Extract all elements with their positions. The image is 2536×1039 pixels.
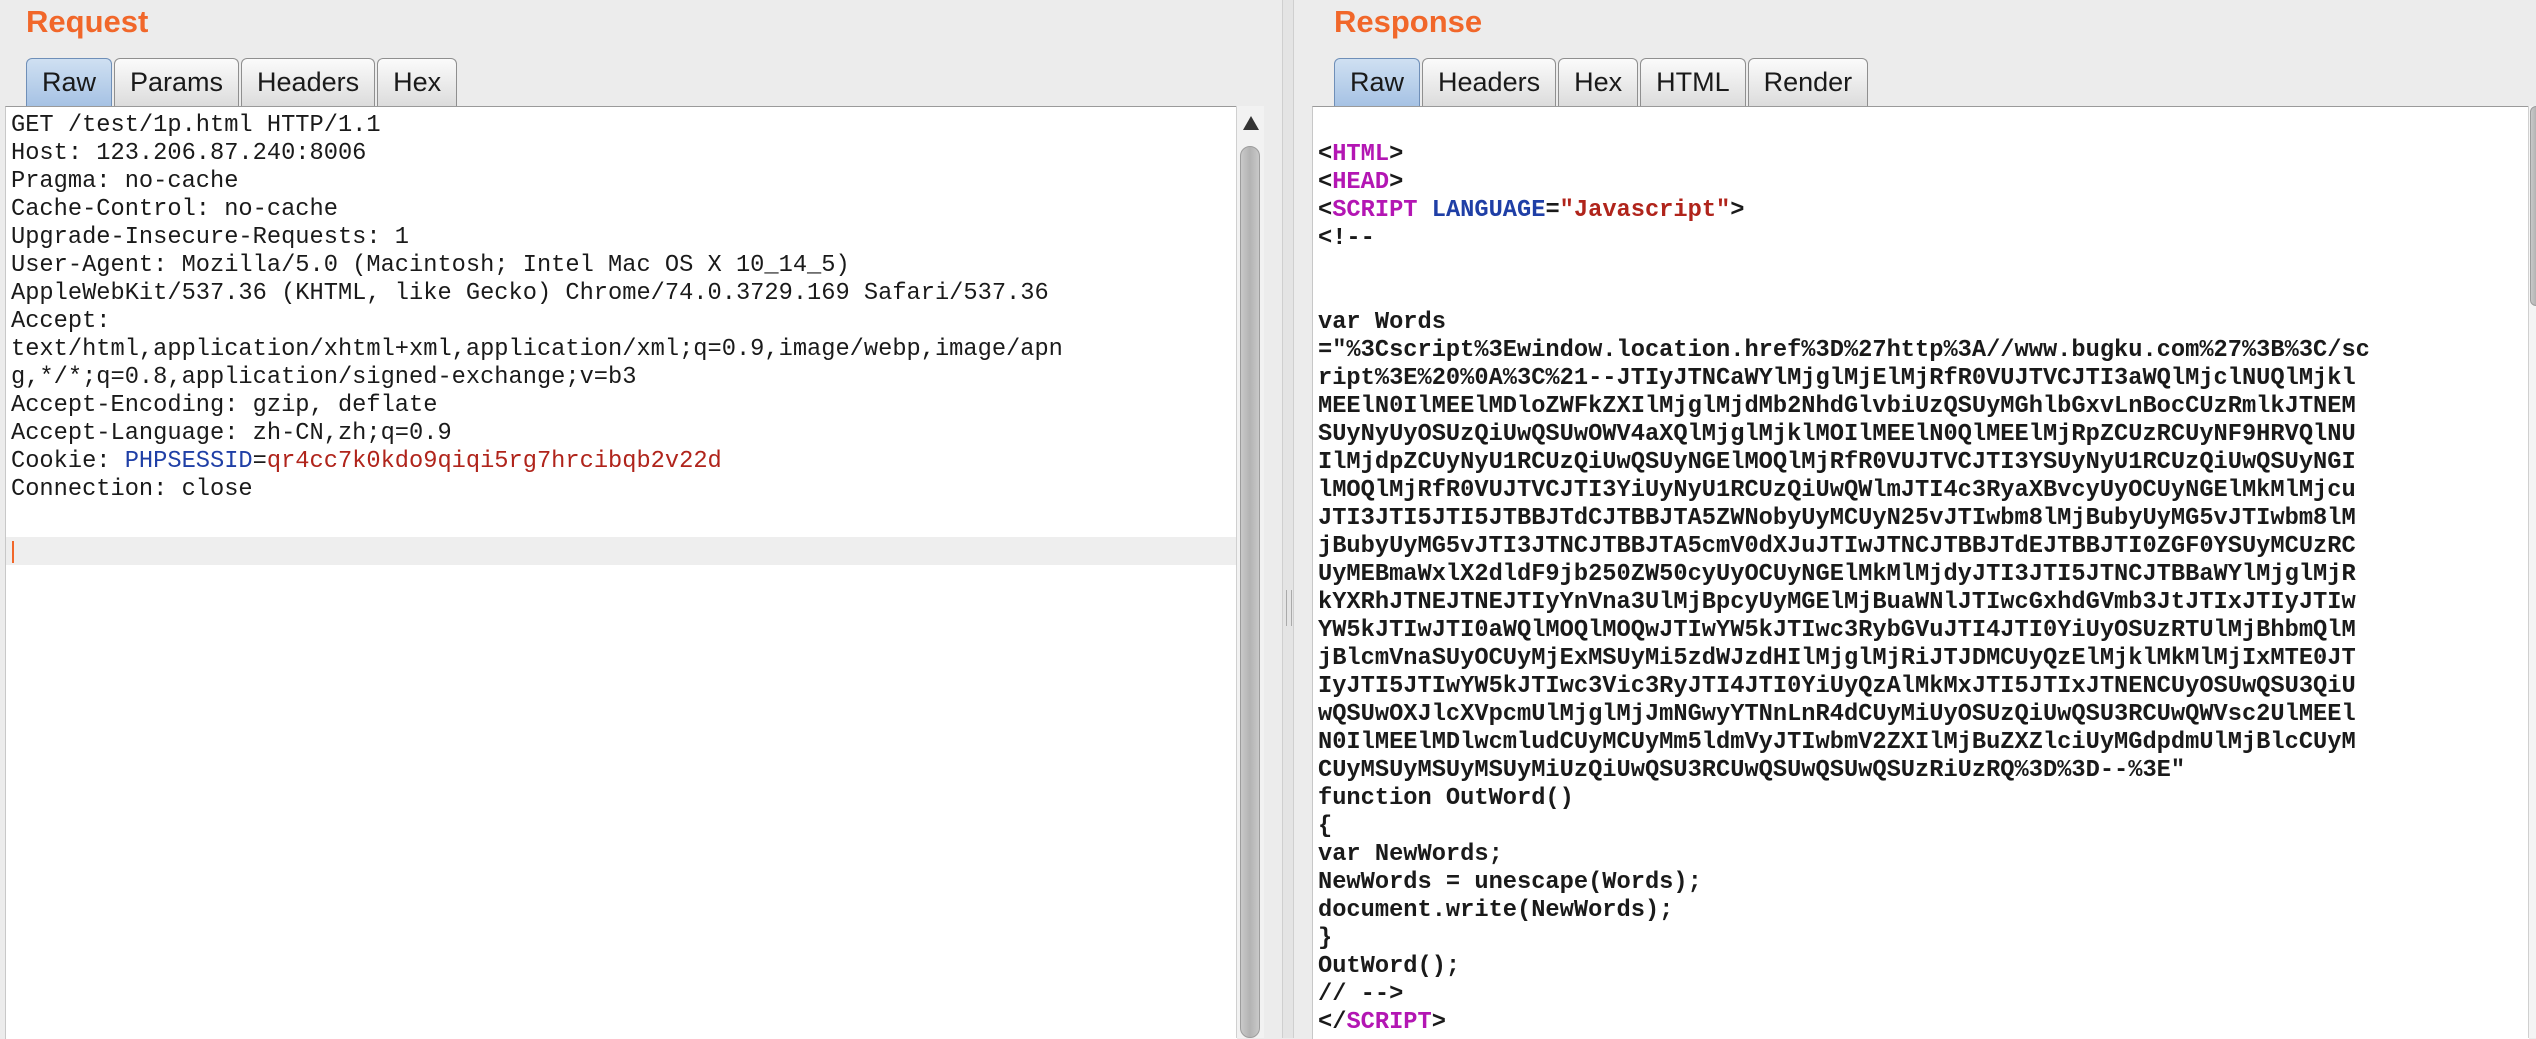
response-line: {: [1318, 813, 1333, 840]
tag-name: HTML: [1332, 141, 1390, 168]
request-line: Host: 123.206.87.240:8006: [11, 140, 367, 167]
cookie-name: PHPSESSID: [124, 448, 253, 475]
html-open-line: <HTML>: [1318, 141, 1404, 168]
request-tabs: Raw Params Headers Hex: [26, 58, 459, 106]
response-line: jBlcmVnaSUyOCUyMjExMSUyMi5zdWJzdHIlMjglM…: [1318, 645, 2356, 672]
response-line: IlMjdpZCUyNyU1RCUzQiUwQSUyNGElMOQlMjRfR0…: [1318, 449, 2356, 476]
pane-splitter[interactable]: [1282, 0, 1294, 1038]
response-scrollbar[interactable]: [2528, 106, 2536, 1038]
response-line: // -->: [1318, 981, 1404, 1008]
cookie-equals: =: [252, 448, 267, 475]
request-scrollbar[interactable]: [1236, 106, 1264, 1038]
request-line: Cache-Control: no-cache: [11, 196, 338, 223]
response-line: JTI3JTI5JTI5JTBBJTdCJTBBJTA5ZWNobyUyMCUy…: [1318, 505, 2356, 532]
response-line: SUyNyUyOSUzQiUwQSUwOWV4aXQlMjglMjklMOIlM…: [1318, 421, 2356, 448]
request-tab-raw[interactable]: Raw: [26, 58, 113, 106]
response-tab-render[interactable]: Render: [1747, 58, 1869, 106]
response-raw-text[interactable]: <HTML> <HEAD> <SCRIPT LANGUAGE="Javascript…: [1313, 107, 2529, 1037]
request-line: Connection: close: [11, 476, 253, 503]
response-tab-html[interactable]: HTML: [1640, 58, 1746, 106]
response-line: function OutWord(): [1318, 785, 1574, 812]
request-line: GET /test/1p.html HTTP/1.1: [11, 112, 381, 139]
request-editor[interactable]: GET /test/1p.html HTTP/1.1 Host: 123.206.…: [5, 106, 1237, 1039]
script-open-line: <SCRIPT LANGUAGE="Javascript">: [1318, 197, 1745, 224]
request-line: Upgrade-Insecure-Requests: 1: [11, 224, 410, 251]
response-tab-headers[interactable]: Headers: [1422, 58, 1557, 106]
request-line: g,*/*;q=0.8,application/signed-exchange;…: [11, 364, 637, 391]
request-raw-text[interactable]: GET /test/1p.html HTTP/1.1 Host: 123.206.…: [6, 107, 1237, 504]
tag-name: HEAD: [1332, 169, 1390, 196]
response-tab-hex[interactable]: Hex: [1558, 58, 1639, 106]
tag-name: SCRIPT: [1346, 1009, 1432, 1036]
response-tabs: Raw Headers Hex HTML Render: [1334, 58, 1870, 106]
request-line: text/html,application/xhtml+xml,applicat…: [11, 336, 1063, 363]
text-caret: [12, 541, 14, 563]
response-line: ript%3E%20%0A%3C%21--JTIyJTNCaWYlMjglMjE…: [1318, 365, 2356, 392]
response-line: OutWord();: [1318, 953, 1461, 980]
response-tab-raw[interactable]: Raw: [1334, 58, 1421, 106]
response-line: YW5kJTIwJTI0aWQlMOQlMOQwJTIwYW5kJTIwc3Ry…: [1318, 617, 2356, 644]
scroll-up-arrow-icon[interactable]: [1243, 116, 1259, 130]
response-line: }: [1318, 925, 1333, 952]
cookie-prefix: Cookie:: [11, 448, 125, 475]
request-tab-hex[interactable]: Hex: [377, 58, 458, 106]
response-line: IyJTI5JTIwYW5kJTIwc3Vic3RyJTI4JTI0YiUyQz…: [1318, 673, 2356, 700]
response-line: ="%3Cscript%3Ewindow.location.href%3D%27…: [1318, 337, 2370, 364]
response-line: var Words: [1318, 309, 1446, 336]
comment-open-line: <!--: [1318, 225, 1375, 252]
script-close-line: </SCRIPT>: [1318, 1009, 1446, 1036]
request-line: User-Agent: Mozilla/5.0 (Macintosh; Inte…: [11, 252, 850, 279]
splitter-grip-icon[interactable]: [1286, 590, 1292, 626]
response-line: CUyMSUyMSUyMSUyMiUzQiUwQSU3RCUwQSUwQSUwQ…: [1318, 757, 2186, 784]
request-scroll-thumb[interactable]: [1240, 146, 1260, 1038]
response-line: wQSUwOXJlcXVpcmUlMjglMjJmNGwyYTNnLnR4dCU…: [1318, 701, 2356, 728]
attr-name: LANGUAGE: [1431, 197, 1546, 224]
request-line: AppleWebKit/537.36 (KHTML, like Gecko) C…: [11, 280, 1049, 307]
request-line: Accept-Encoding: gzip, deflate: [11, 392, 438, 419]
request-title: Request: [26, 4, 149, 39]
response-line: kYXRhJTNEJTNEJTIyYnVna3UlMjBpcyUyMGElMjB…: [1318, 589, 2356, 616]
response-editor[interactable]: <HTML> <HEAD> <SCRIPT LANGUAGE="Javascript…: [1312, 106, 2529, 1039]
request-line: Accept:: [11, 308, 111, 335]
request-line: Accept-Language: zh-CN,zh;q=0.9: [11, 420, 452, 447]
response-line: var NewWords;: [1318, 841, 1503, 868]
response-line: document.write(NewWords);: [1318, 897, 1674, 924]
response-line: MEElN0IlMEElMDloZWFkZXIlMjglMjdMb2NhdGlv…: [1318, 393, 2356, 420]
request-pane: Request Raw Params Headers Hex GET /test…: [0, 0, 1282, 1039]
current-line-highlight: [6, 537, 1237, 565]
request-tab-headers[interactable]: Headers: [241, 58, 376, 106]
response-scroll-thumb[interactable]: [2530, 106, 2536, 306]
attr-value: "Javascript": [1559, 197, 1731, 224]
request-line: Pragma: no-cache: [11, 168, 239, 195]
cookie-line: Cookie: PHPSESSID=qr4cc7k0kdo9qiqi5rg7hr…: [11, 448, 1237, 476]
response-title: Response: [1334, 4, 1483, 39]
request-tab-params[interactable]: Params: [114, 58, 240, 106]
response-line: NewWords = unescape(Words);: [1318, 869, 1702, 896]
cookie-value: qr4cc7k0kdo9qiqi5rg7hrcibqb2v22d: [266, 448, 722, 475]
response-pane: Response Raw Headers Hex HTML Render <HT…: [1294, 0, 2536, 1039]
tag-name: SCRIPT: [1332, 197, 1418, 224]
head-open-line: <HEAD>: [1318, 169, 1404, 196]
response-line: N0IlMEElMDlwcmludCUyMCUyMm5ldmVyJTIwbmV2…: [1318, 729, 2356, 756]
response-line: lMOQlMjRfR0VUJTVCJTI3YiUyNyU1RCUzQiUwQWl…: [1318, 477, 2356, 504]
response-line: UyMEBmaWxlX2dldF9jb250ZW50cyUyOCUyNGElMk…: [1318, 561, 2356, 588]
response-line: jBubyUyMG5vJTI3JTNCJTBBJTA5cmV0dXJuJTIwJ…: [1318, 533, 2356, 560]
